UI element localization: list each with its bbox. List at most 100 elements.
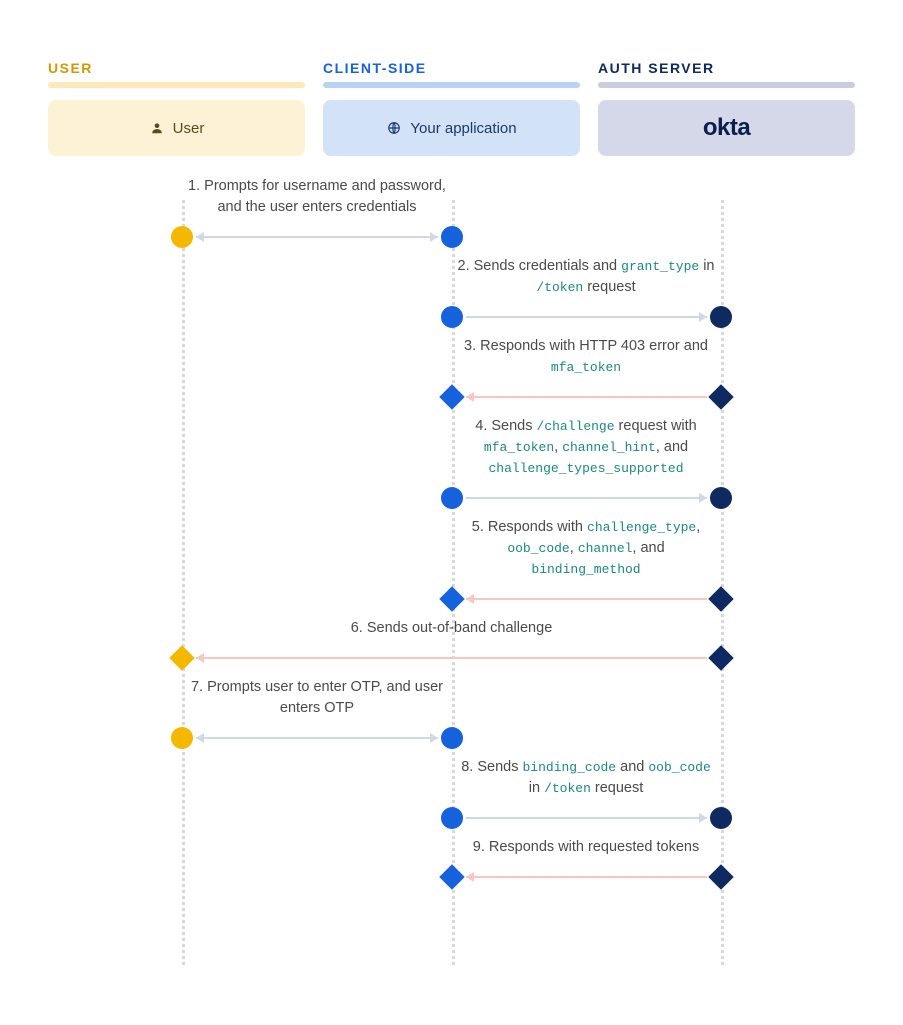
marker-client	[439, 384, 464, 409]
step-text: request with	[615, 418, 697, 434]
code: /token	[544, 781, 591, 796]
step-text: , and	[632, 540, 664, 556]
marker-user	[171, 226, 193, 248]
arrow-line	[466, 396, 707, 398]
lane-box-user: User	[48, 100, 305, 156]
code: challenge_types_supported	[488, 461, 683, 476]
step-5-text: 5. Responds with challenge_type, oob_cod…	[452, 517, 721, 580]
code: binding_method	[531, 562, 640, 577]
arrowhead-right-icon	[430, 232, 438, 242]
step-2-arrow	[48, 304, 855, 330]
arrow-line	[466, 598, 707, 600]
code: oob_code	[648, 760, 710, 775]
step-8-arrow	[48, 805, 855, 831]
marker-server	[708, 645, 733, 670]
step-text: 5. Responds with	[472, 519, 587, 535]
lane-bar-client	[323, 82, 580, 88]
step-3-arrow	[48, 384, 855, 410]
step-text: 8. Sends	[461, 759, 522, 775]
step-8-text: 8. Sends binding_code and oob_code in /t…	[452, 757, 721, 799]
arrowhead-left-icon	[196, 733, 204, 743]
step-text: 6. Sends out-of-band challenge	[351, 620, 553, 636]
step-text: 7. Prompts user to enter OTP, and user e…	[191, 679, 443, 716]
step-6-text: 6. Sends out-of-band challenge	[202, 618, 702, 639]
marker-client	[441, 226, 463, 248]
step-7-text: 7. Prompts user to enter OTP, and user e…	[182, 677, 451, 719]
lane-box-server: okta	[598, 100, 855, 156]
marker-server	[708, 586, 733, 611]
step-text: ,	[570, 540, 578, 556]
globe-icon	[386, 120, 402, 136]
marker-server	[708, 865, 733, 890]
arrow-line	[196, 236, 437, 238]
marker-server	[708, 384, 733, 409]
lane-client: CLIENT-SIDE Your application	[323, 60, 580, 156]
step-text: 2. Sends credentials and	[458, 258, 622, 274]
lane-server: AUTH SERVER okta	[598, 60, 855, 156]
step-text: in	[529, 780, 544, 796]
step-5: 5. Responds with challenge_type, oob_cod…	[48, 517, 855, 612]
lane-header-client: CLIENT-SIDE	[323, 60, 580, 76]
step-text: 4. Sends	[475, 418, 536, 434]
step-6-arrow	[48, 645, 855, 671]
user-icon	[149, 120, 165, 136]
step-4-arrow	[48, 485, 855, 511]
arrow-line	[466, 817, 707, 819]
marker-user	[171, 727, 193, 749]
step-9-arrow	[48, 864, 855, 890]
step-1-text: 1. Prompts for username and password, an…	[182, 176, 451, 218]
step-text: 1. Prompts for username and password, an…	[188, 178, 446, 215]
step-9: 9. Responds with requested tokens	[48, 837, 855, 890]
code: channel	[578, 541, 633, 556]
step-text: ,	[696, 519, 700, 535]
messages: 1. Prompts for username and password, an…	[48, 176, 855, 890]
marker-client	[441, 487, 463, 509]
code: /token	[536, 280, 583, 295]
code: binding_code	[522, 760, 616, 775]
code: mfa_token	[551, 360, 621, 375]
marker-server	[710, 487, 732, 509]
lane-header-user: USER	[48, 60, 305, 76]
arrowhead-right-icon	[699, 813, 707, 823]
code: mfa_token	[484, 440, 554, 455]
marker-client	[439, 586, 464, 611]
step-text: 9. Responds with requested tokens	[473, 839, 700, 855]
arrowhead-right-icon	[699, 312, 707, 322]
step-text: and	[616, 759, 648, 775]
step-2-text: 2. Sends credentials and grant_type in /…	[452, 256, 721, 298]
lane-headers: USER User CLIENT-SIDE Your application A…	[48, 60, 855, 156]
step-3-text: 3. Responds with HTTP 403 error and mfa_…	[452, 336, 721, 378]
arrow-line	[196, 657, 706, 659]
code: /challenge	[537, 419, 615, 434]
step-7-arrow	[48, 725, 855, 751]
marker-server	[710, 306, 732, 328]
arrowhead-right-icon	[699, 493, 707, 503]
marker-client	[441, 727, 463, 749]
step-text: 3. Responds with HTTP 403 error and	[464, 338, 708, 354]
step-7: 7. Prompts user to enter OTP, and user e…	[48, 677, 855, 751]
arrowhead-left-icon	[466, 594, 474, 604]
lane-box-client-label: Your application	[410, 120, 516, 137]
lane-user: USER User	[48, 60, 305, 156]
step-text: request	[583, 279, 635, 295]
step-4: 4. Sends /challenge request with mfa_tok…	[48, 416, 855, 511]
code: oob_code	[507, 541, 569, 556]
marker-client	[441, 807, 463, 829]
step-4-text: 4. Sends /challenge request with mfa_tok…	[452, 416, 721, 479]
step-9-text: 9. Responds with requested tokens	[452, 837, 721, 858]
lane-bar-server	[598, 82, 855, 88]
code: grant_type	[621, 259, 699, 274]
okta-logo: okta	[703, 114, 750, 142]
arrowhead-left-icon	[466, 872, 474, 882]
arrowhead-left-icon	[196, 232, 204, 242]
arrow-line	[196, 737, 437, 739]
code: challenge_type	[587, 520, 696, 535]
lane-box-client: Your application	[323, 100, 580, 156]
step-8: 8. Sends binding_code and oob_code in /t…	[48, 757, 855, 831]
marker-user	[170, 645, 195, 670]
step-text: ,	[554, 439, 562, 455]
step-text: request	[591, 780, 643, 796]
step-1: 1. Prompts for username and password, an…	[48, 176, 855, 250]
marker-client	[441, 306, 463, 328]
marker-client	[439, 865, 464, 890]
